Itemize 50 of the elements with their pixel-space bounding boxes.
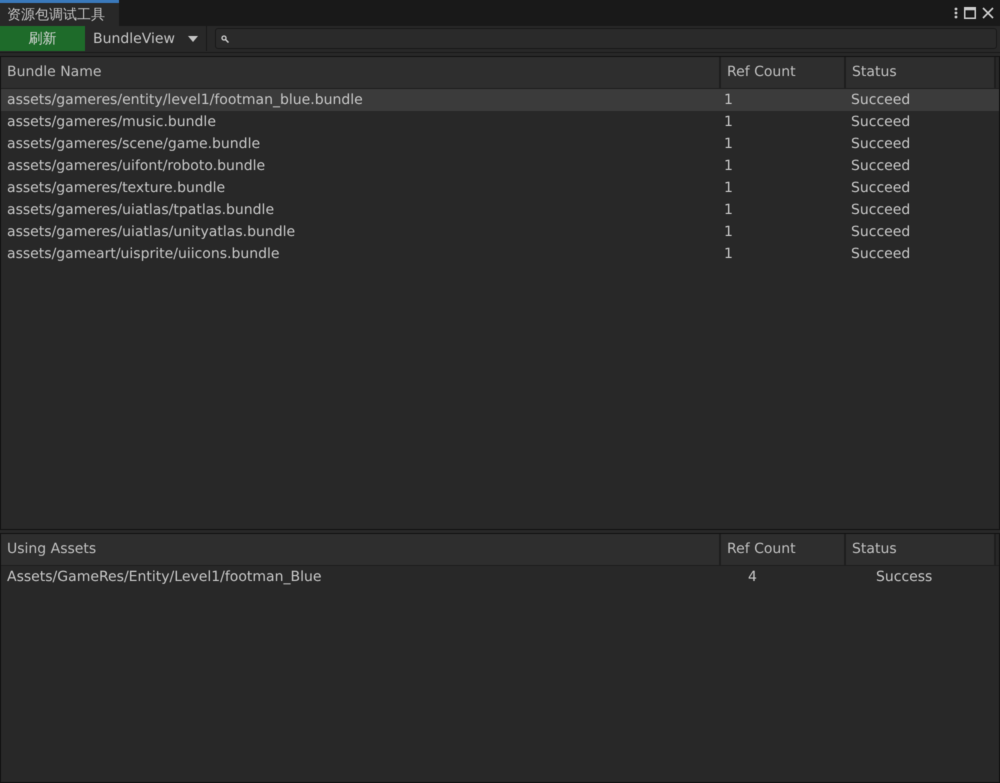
column-header[interactable]: Status (846, 56, 996, 88)
table-cell-text: Succeed (850, 222, 912, 242)
table-cell-text: Success (875, 568, 934, 587)
table-cell-text: 1 (723, 222, 734, 242)
table-cell-text: Succeed (850, 200, 912, 220)
table-cell-text: assets/gameres/entity/level1/footman_blue.bundle (6, 90, 364, 110)
table-cell-text: Succeed (850, 90, 912, 110)
column-header[interactable]: Using Assets (1, 534, 721, 565)
table-cell-text: assets/gameres/music.bundle (6, 112, 217, 132)
close-icon[interactable] (982, 7, 994, 19)
more-icon[interactable] (954, 7, 958, 19)
column-header[interactable]: Ref Count (721, 534, 846, 565)
table-cell-text: assets/gameres/scene/game.bundle (6, 134, 262, 154)
table-cell-text: assets/gameres/uiatlas/unityatlas.bundle (6, 222, 296, 242)
column-header[interactable]: Bundle Name (1, 56, 721, 88)
table-row[interactable]: assets/gameres/texture.bundle 1 Succeed (1, 176, 999, 199)
table-cell-text: assets/gameres/texture.bundle (6, 178, 226, 198)
column-header[interactable]: Status (846, 534, 996, 565)
column-header[interactable]: Ref Count (721, 56, 846, 88)
table-cell-text: Succeed (850, 178, 912, 198)
table-cell-text: 1 (723, 156, 734, 176)
table-cell-text: Assets/GameRes/Entity/Level1/footman_Blue (6, 568, 322, 587)
table-cell-text: 1 (723, 244, 734, 264)
table-cell-text: assets/gameres/uifont/roboto.bundle (6, 156, 266, 176)
window-tab[interactable]: 资源包调试工具 (0, 0, 119, 26)
table-cell-text: Succeed (850, 112, 912, 132)
table-cell-text: 1 (723, 178, 734, 198)
table-row[interactable]: assets/gameres/entity/level1/footman_blue.bundle 1 Succeed (1, 88, 999, 111)
table-row[interactable]: assets/gameres/uifont/roboto.bundle 1 Succeed (1, 154, 999, 177)
table-row[interactable]: assets/gameres/music.bundle 1 Succeed (1, 110, 999, 133)
table-cell-text: 1 (723, 200, 734, 220)
table-cell-text: 1 (723, 112, 734, 132)
caret-icon (188, 36, 198, 42)
table-row[interactable]: Assets/GameRes/Entity/Level1/footman_Blue 4 Success (1, 566, 999, 588)
maximize-icon[interactable] (964, 7, 976, 19)
search-icon (221, 34, 229, 43)
table-row[interactable]: assets/gameart/uisprite/uiicons.bundle 1 Succeed (1, 242, 999, 265)
table-cell-text: 1 (723, 90, 734, 110)
table-row[interactable]: assets/gameres/scene/game.bundle 1 Succeed (1, 132, 999, 155)
search-field[interactable] (215, 28, 997, 50)
table-cell-text: assets/gameres/uiatlas/tpatlas.bundle (6, 200, 276, 220)
table-cell-text: Succeed (850, 156, 912, 176)
refresh-button[interactable]: 刷新 (0, 26, 85, 52)
table-cell-text: assets/gameart/uisprite/uiicons.bundle (6, 244, 281, 264)
table-cell-text: 1 (723, 134, 734, 154)
table-row[interactable]: assets/gameres/uiatlas/tpatlas.bundle 1 Succeed (1, 198, 999, 221)
table-row[interactable]: assets/gameres/uiatlas/unityatlas.bundle 1 Succeed (1, 220, 999, 243)
table-cell-text: Succeed (850, 244, 912, 264)
table-cell-text: Succeed (850, 134, 912, 154)
table-cell-text: 4 (747, 568, 758, 587)
